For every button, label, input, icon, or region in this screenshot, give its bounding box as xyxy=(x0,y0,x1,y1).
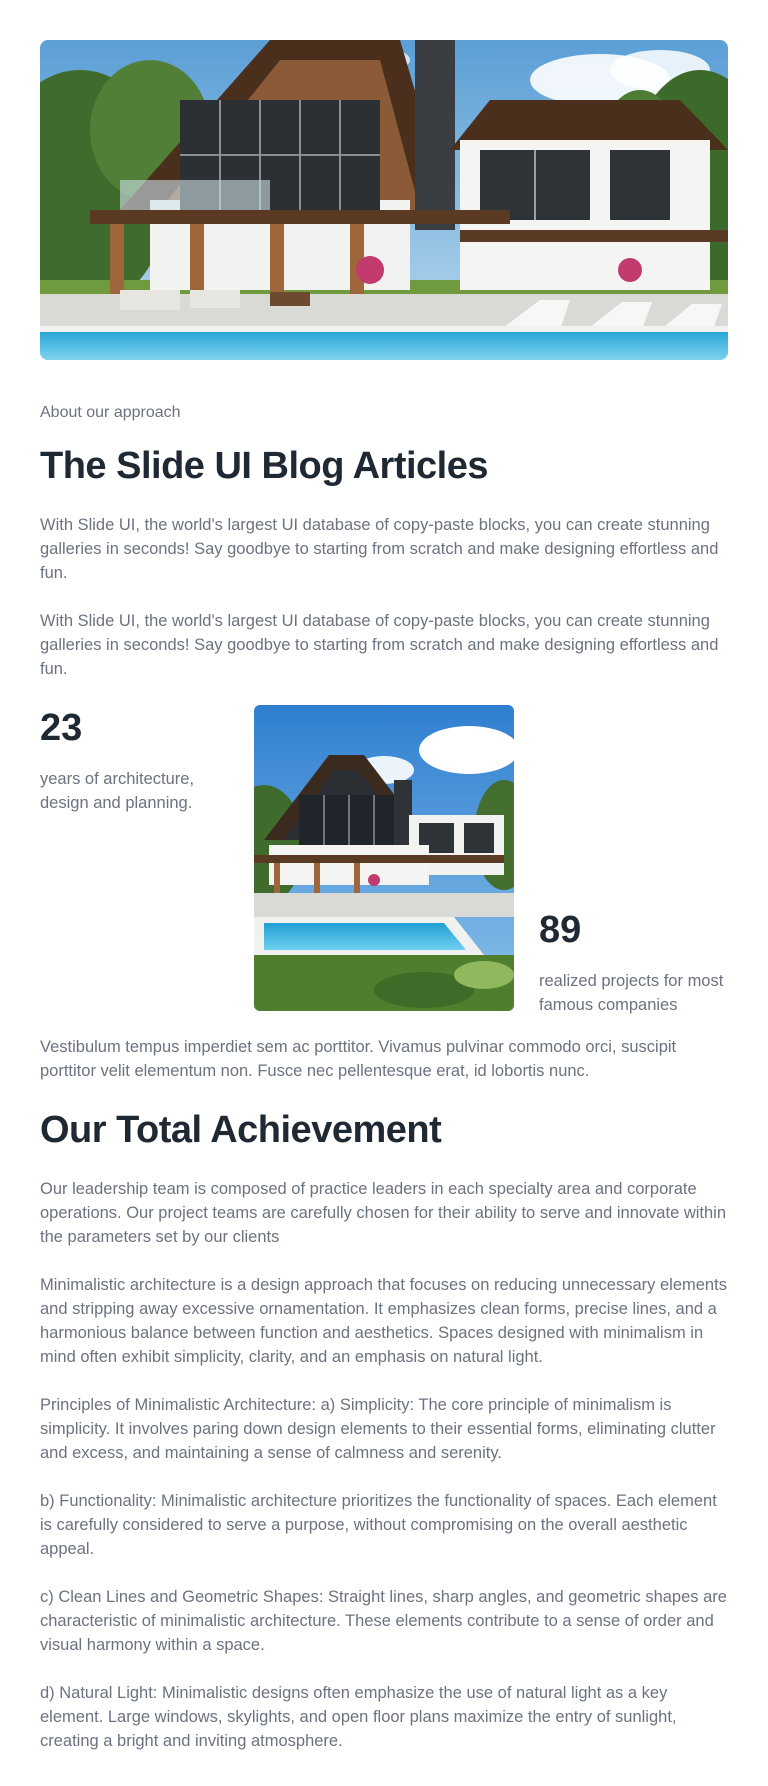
hero-image xyxy=(40,40,728,360)
stat-label: years of architecture, design and planni… xyxy=(40,770,195,812)
stat-projects: 89 realized projects for most famous com… xyxy=(539,907,728,1017)
stats-section: 23 years of architecture, design and pla… xyxy=(40,705,728,1014)
content-container: About our approach The Slide UI Blog Art… xyxy=(40,40,728,1753)
house-image xyxy=(254,705,514,1011)
achievement-title: Our Total Achievement xyxy=(40,1109,442,1151)
intro-paragraph: With Slide UI, the world's largest UI da… xyxy=(40,516,719,582)
achievement-paragraph: Our leadership team is composed of pract… xyxy=(40,1180,727,1246)
page: About our approach The Slide UI Blog Art… xyxy=(0,0,768,1786)
stat-label: realized projects for most famous compan… xyxy=(539,972,724,1014)
section-eyebrow: About our approach xyxy=(40,404,181,421)
intro-paragraph: With Slide UI, the world's largest UI da… xyxy=(40,612,719,678)
achievement-paragraph: c) Clean Lines and Geometric Shapes: Str… xyxy=(40,1588,727,1654)
stat-number: 23 xyxy=(40,707,83,749)
stat-years: 23 years of architecture, design and pla… xyxy=(40,705,230,815)
stat-number: 89 xyxy=(539,909,582,951)
achievement-paragraph: Principles of Minimalistic Architecture:… xyxy=(40,1396,716,1462)
page-title: The Slide UI Blog Articles xyxy=(40,445,489,487)
vestibulum-paragraph: Vestibulum tempus imperdiet sem ac portt… xyxy=(40,1038,677,1080)
achievement-paragraph: b) Functionality: Minimalistic architect… xyxy=(40,1492,717,1558)
achievement-paragraph: Minimalistic architecture is a design ap… xyxy=(40,1276,727,1366)
achievement-paragraph: d) Natural Light: Minimalistic designs o… xyxy=(40,1684,677,1750)
